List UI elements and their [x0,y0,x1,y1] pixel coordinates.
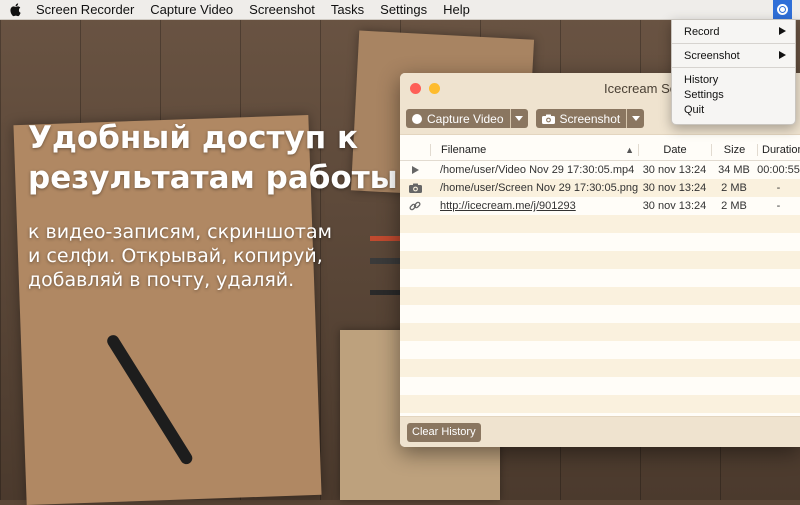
empty-row [400,305,800,323]
chevron-down-icon [515,116,523,121]
menubar: Screen Recorder Capture Video Screenshot… [0,0,800,20]
menu-screenshot[interactable]: Screenshot [249,2,315,17]
empty-row [400,233,800,251]
header-filename-label: Filename [441,144,487,156]
menu-help[interactable]: Help [443,2,470,17]
link-text[interactable]: http://icecream.me/j/901293 [440,200,576,212]
menu-separator [672,43,795,44]
menu-settings[interactable]: Settings [380,2,427,17]
empty-row [400,395,800,413]
history-table-header: Filename ▲ Date Size Duration [400,140,800,161]
menu-item-record[interactable]: Record [672,24,795,39]
menu-item-settings[interactable]: Settings [672,87,795,102]
row-filename: /home/user/Video Nov 29 17:30:05.mp4 [440,164,635,176]
empty-row [400,341,800,359]
row-duration: - [776,182,781,194]
table-row[interactable]: /home/user/Video Nov 29 17:30:05.mp4 30 … [400,161,800,179]
screenshot-button[interactable]: Screenshot [535,109,627,128]
menu-tasks[interactable]: Tasks [331,2,364,17]
submenu-arrow-icon [779,27,786,35]
capture-video-button[interactable]: Capture Video [406,109,510,128]
screenshot-dropdown-button[interactable] [626,109,645,128]
screenshot-label: Screenshot [559,111,621,126]
table-row[interactable]: http://icecream.me/j/901293 30 nov 13:24… [400,197,800,215]
tray-dropdown-menu: Record Screenshot History Settings Quit [671,19,796,125]
menu-item-record-label: Record [684,25,720,38]
empty-row [400,251,800,269]
window-footer: Clear History [400,416,800,447]
table-row[interactable]: /home/user/Screen Nov 29 17:30:05.png 30… [400,179,800,197]
row-duration: - [776,200,781,212]
row-date: 30 nov 13:24 [642,164,707,176]
camera-icon [541,114,555,124]
link-icon [400,200,430,212]
header-date[interactable]: Date [638,144,711,156]
menu-item-screenshot[interactable]: Screenshot [672,48,795,63]
header-size[interactable]: Size [711,144,757,156]
app-window: Icecream Screen Recorder Capture Video S… [400,73,800,447]
row-size: 2 MB [721,182,747,194]
empty-row [400,269,800,287]
row-date: 30 nov 13:24 [642,200,707,212]
camera-icon [400,183,430,193]
empty-row [400,287,800,305]
menu-screen-recorder[interactable]: Screen Recorder [36,2,134,17]
chevron-down-icon [631,116,640,121]
capture-video-label: Capture Video [427,111,504,126]
capture-video-split-button: Capture Video [406,109,528,128]
menu-separator [672,67,795,68]
empty-row [400,323,800,341]
empty-row [400,215,800,233]
screenshot-split-button: Screenshot [535,109,645,128]
record-dot-icon [412,113,422,124]
sort-ascending-icon: ▲ [625,145,634,155]
promo-headline: Удобный доступ к результатам работы [28,120,398,196]
apple-icon[interactable] [8,2,22,17]
empty-row [400,359,800,377]
header-filename[interactable]: Filename ▲ [430,144,638,156]
row-size: 34 MB [718,164,750,176]
capture-video-dropdown-button[interactable] [509,109,528,128]
minimize-window-button[interactable] [429,82,440,94]
row-duration: 00:00:55 [757,164,800,176]
row-filename: /home/user/Screen Nov 29 17:30:05.png [440,182,638,194]
empty-row [400,377,800,395]
tray-recorder-icon[interactable] [773,0,792,19]
menu-item-history[interactable]: History [672,72,795,87]
row-link[interactable]: http://icecream.me/j/901293 [430,200,638,212]
history-table-body: /home/user/Video Nov 29 17:30:05.mp4 30 … [400,161,800,431]
menu-capture-video[interactable]: Capture Video [150,2,233,17]
row-size: 2 MB [721,200,747,212]
clear-history-button[interactable]: Clear History [407,422,481,442]
play-icon [400,166,430,174]
menu-item-screenshot-label: Screenshot [684,49,740,62]
promo-subline: к видео-записям, скриншотам и селфи. Отк… [28,221,332,291]
menu-item-quit[interactable]: Quit [672,102,795,117]
close-window-button[interactable] [410,82,421,94]
header-duration[interactable]: Duration [757,144,800,156]
row-date: 30 nov 13:24 [642,182,707,194]
submenu-arrow-icon [779,51,786,59]
